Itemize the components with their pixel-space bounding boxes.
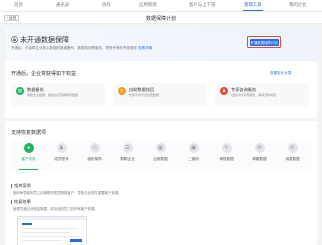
benefit-card-backup: ▤ 数据备份 保障企业数据，备份后可查看所有数据 (11, 83, 105, 106)
tab-label: 组织架构 (87, 157, 102, 161)
tab-label: 群聊企业 (120, 157, 135, 161)
expert-icon: ♟ (220, 87, 228, 95)
shield-icon (11, 36, 18, 43)
benefit-desc: 保障企业数据，备份后可查看所有数据 (27, 93, 79, 97)
tab-message-data[interactable]: ✆ 消息数据 (280, 143, 305, 169)
nav-admin-tools[interactable]: 管理工具 (244, 2, 262, 8)
section-divider (5, 118, 317, 121)
qrcode-icon: ▣ (188, 143, 199, 153)
hero-detail-link[interactable]: 查看详情 (138, 46, 152, 50)
org-icon: ⚇ (89, 143, 100, 153)
benefit-card-expert: ♟ 专家咨询服务 包括1对1专家服务，需求及时响应 (215, 83, 309, 106)
mail-icon: ✉ (254, 143, 265, 153)
nav-active-underline (243, 9, 263, 11)
tab-org-structure[interactable]: ⚇ 组织架构 (82, 143, 107, 169)
nav-collab[interactable]: 协作 (102, 2, 111, 8)
page-title: 数据保障计划 (145, 16, 176, 22)
tab-approval-data[interactable]: ✎ 审批数据 (214, 143, 239, 169)
types-title: 支持恢复数据项 (11, 130, 47, 136)
nav-my-enterprise[interactable]: 我的企业 (289, 2, 307, 8)
nav-customers[interactable]: 客户与上下游 (189, 2, 215, 8)
benefit-desc: 支持不同方式找回数据 (129, 93, 160, 97)
tab-label: 二维码 (188, 157, 199, 161)
tab-qrcode[interactable]: ▣ 二维码 (181, 143, 206, 169)
tab-app-data[interactable]: ▦ 应用数据 (148, 143, 173, 169)
benefits-title: 开通后，企业将获得如下权益 (11, 71, 77, 77)
preview-screenshot (17, 216, 87, 245)
status-hero: 未开通数据保障 开通后，可保障企业核心数据的数据备份、数据找回等服务，享受专享的… (5, 29, 317, 61)
tab-member-accounts[interactable]: ♟ 成员帐号 (49, 143, 74, 169)
app-icon: ▦ (155, 143, 166, 153)
sub-header: ‹ 返回 数据保障计划 (0, 12, 322, 24)
group-icon: ☰ (122, 143, 133, 153)
tab-label: 客户关系 (21, 157, 36, 161)
benefits-pricing-link[interactable]: 查看定价计算 (270, 71, 292, 76)
nav-app-mgmt[interactable]: 应用管理 (139, 2, 157, 8)
user-icon: ♟ (56, 143, 67, 153)
hero-desc-text: 开通后，可保障企业核心数据的数据备份、数据找回等服务，享受专享的专家服务 (11, 46, 137, 50)
refresh-icon: ↻ (118, 87, 126, 95)
case-title: 相关案例 (11, 183, 31, 189)
tab-mail-data[interactable]: ✉ 邮箱数据 (247, 143, 272, 169)
nav-contacts[interactable]: 通讯录 (56, 2, 69, 8)
tab-label: 邮箱数据 (252, 157, 267, 161)
tab-label: 成员帐号 (54, 157, 69, 161)
hero-description: 开通后，可保障企业核心数据的数据备份、数据找回等服务，享受专享的专家服务 查看详… (11, 46, 152, 51)
tab-label: 消息数据 (285, 157, 300, 161)
case-text: 因纷争导致的员工在离职前恶意删除客户，导致企业损失重要客户资源。 (13, 191, 122, 195)
archive-icon: ▤ (16, 87, 24, 95)
tab-customer-relations[interactable]: ● 客户关系 (16, 143, 41, 169)
benefit-card-recovery: ↻ 自助数据找回 支持不同方式找回数据 (113, 83, 207, 106)
message-icon: ✆ (287, 143, 298, 153)
tab-label: 应用数据 (153, 157, 168, 161)
data-type-tabs: ● 客户关系 ♟ 成员帐号 ⚇ 组织架构 ☰ 群聊企业 ▦ 应用数据 ▣ 二维码… (11, 140, 311, 171)
open-button-highlight: 开通数据保障计划 (247, 36, 281, 48)
nav-home[interactable]: 首页 (14, 2, 23, 8)
top-nav: 首页 通讯录 协作 应用管理 客户与上下游 管理工具 我的企业 (0, 0, 322, 12)
benefit-desc: 包括1对1专家服务，需求及时响应 (231, 93, 277, 97)
tab-group-enterprise[interactable]: ☰ 群聊企业 (115, 143, 140, 169)
tab-label: 审批数据 (219, 157, 234, 161)
result-text: 管理员通过此恢复数据，成功找回员工的所有客户资源。 (13, 207, 98, 211)
main-card: 未开通数据保障 开通后，可保障企业核心数据的数据备份、数据找回等服务，享受专享的… (5, 29, 317, 245)
chat-icon: ● (23, 143, 34, 153)
active-tab-underline (19, 169, 38, 170)
approval-icon: ✎ (221, 143, 232, 153)
result-title: 恢复效果 (11, 199, 31, 205)
open-data-protection-button[interactable]: 开通数据保障计划 (249, 38, 279, 46)
hero-title: 未开通数据保障 (20, 37, 69, 44)
